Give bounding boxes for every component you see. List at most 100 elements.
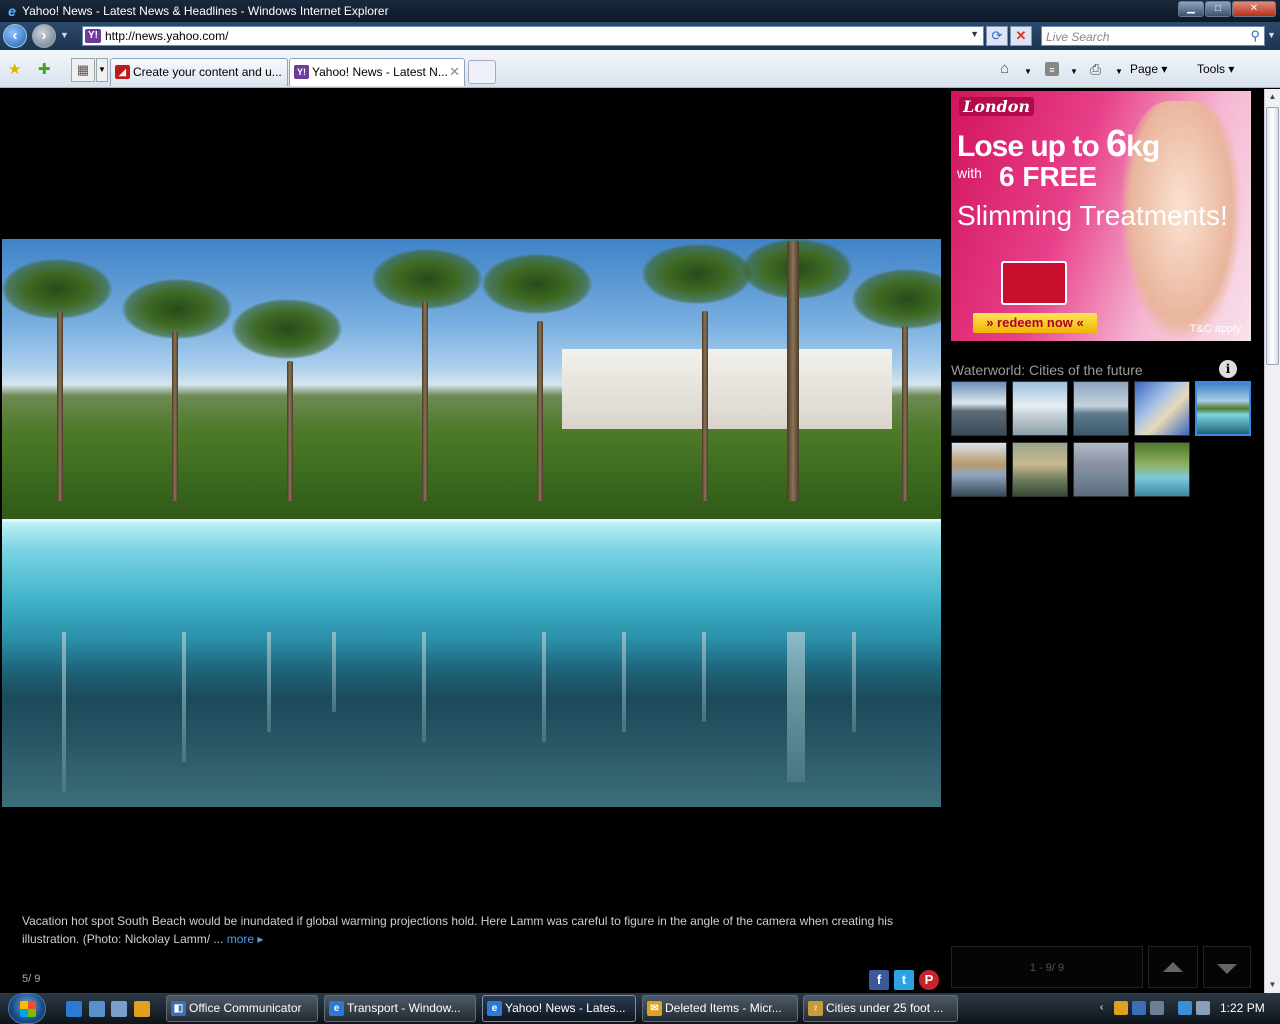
- maximize-button[interactable]: □: [1205, 1, 1231, 17]
- scroll-down-arrow-icon[interactable]: ▼: [1265, 977, 1280, 993]
- submerged-trunk: [267, 632, 271, 732]
- gallery-thumbnail[interactable]: [1195, 381, 1251, 436]
- outlook-quicklaunch-icon[interactable]: [134, 1001, 150, 1017]
- gallery-thumbnail[interactable]: [1012, 442, 1068, 497]
- address-bar[interactable]: Y! http://news.yahoo.com/ ▼: [82, 26, 984, 46]
- gallery-thumbnail[interactable]: [951, 381, 1007, 436]
- tray-expand-icon[interactable]: ‹: [1100, 1002, 1108, 1016]
- add-favorites-icon[interactable]: ✚: [38, 62, 51, 78]
- gallery-range: 1 - 9/ 9: [951, 946, 1143, 988]
- home-dropdown-icon[interactable]: ▼: [1024, 64, 1032, 80]
- facebook-share-icon[interactable]: f: [869, 970, 889, 990]
- scroll-thumb[interactable]: [1266, 107, 1279, 365]
- info-icon[interactable]: i: [1219, 360, 1237, 378]
- communicator-tray-icon[interactable]: [1132, 1001, 1146, 1015]
- palm-trunk: [422, 301, 428, 501]
- clock[interactable]: 1:22 PM: [1220, 1001, 1265, 1015]
- ad-headline: Lose up to 6kg: [957, 123, 1160, 165]
- feeds-dropdown-icon[interactable]: ▼: [1070, 64, 1078, 80]
- submerged-trunk: [422, 632, 426, 742]
- gallery-thumbnail[interactable]: [1012, 381, 1068, 436]
- close-tab-icon[interactable]: ✕: [449, 59, 460, 85]
- start-button[interactable]: [8, 993, 46, 1024]
- twitter-share-icon[interactable]: t: [894, 970, 914, 990]
- tab-toolbar: ★ ✚ ▦ ▼ ◢ Create your content and u... Y…: [0, 50, 1280, 88]
- recent-pages-dropdown[interactable]: ▼: [60, 30, 70, 40]
- tab-label: Yahoo! News - Latest N...: [312, 65, 448, 79]
- show-desktop-icon[interactable]: [89, 1001, 105, 1017]
- ie-icon: e: [329, 1001, 344, 1016]
- ad-redeem-button[interactable]: » redeem now «: [973, 313, 1097, 333]
- network-tray-icon[interactable]: [1178, 1001, 1192, 1015]
- tab-yahoo-news[interactable]: Y! Yahoo! News - Latest N... ✕: [289, 58, 465, 86]
- feeds-icon[interactable]: ≡: [1045, 62, 1059, 76]
- submerged-trunk: [787, 632, 805, 782]
- gallery-thumbnail[interactable]: [1134, 442, 1190, 497]
- ie-quicklaunch-icon[interactable]: [66, 1001, 82, 1017]
- document-icon: ♀: [808, 1001, 823, 1016]
- photo-caption: Vacation hot spot South Beach would be i…: [22, 912, 922, 948]
- taskbar-item-deleted-items[interactable]: ✉ Deleted Items - Micr...: [642, 995, 798, 1022]
- taskbar-item-yahoo-news[interactable]: e Yahoo! News - Lates...: [482, 995, 636, 1022]
- slideshow-image[interactable]: [2, 239, 941, 807]
- sync-tray-icon[interactable]: [1150, 1001, 1164, 1015]
- gallery-up-arrow-icon[interactable]: [1148, 946, 1198, 988]
- communicator-icon: ◧: [171, 1001, 186, 1016]
- search-input[interactable]: Live Search ⚲: [1041, 26, 1265, 46]
- caption-text: Vacation hot spot South Beach would be i…: [22, 914, 893, 946]
- favorites-star-icon[interactable]: ★: [8, 62, 21, 78]
- gallery-thumbnail[interactable]: [1073, 442, 1129, 497]
- palm-crown: [122, 279, 232, 339]
- url-text[interactable]: http://news.yahoo.com/: [105, 29, 228, 44]
- pinterest-share-icon[interactable]: P: [919, 970, 939, 990]
- ie-icon: e: [487, 1001, 502, 1016]
- search-icon[interactable]: ⚲: [1250, 28, 1260, 44]
- tools-menu-button[interactable]: Tools ▾: [1197, 61, 1234, 77]
- taskbar-item-communicator[interactable]: ◧ Office Communicator: [166, 995, 318, 1022]
- taskbar-item-cities[interactable]: ♀ Cities under 25 foot ...: [803, 995, 958, 1022]
- palm-trunk: [287, 361, 293, 501]
- close-window-button[interactable]: ✕: [1232, 1, 1276, 17]
- yahoo-favicon-icon: Y!: [294, 65, 309, 79]
- submerged-trunk: [182, 632, 186, 762]
- back-button[interactable]: ‹: [3, 24, 27, 48]
- volume-tray-icon[interactable]: [1196, 1001, 1210, 1015]
- ad-brand-logo: London: [959, 97, 1035, 116]
- slide-counter: 5/ 9: [22, 973, 41, 985]
- gallery-down-arrow-icon[interactable]: [1203, 946, 1251, 988]
- page-menu-button[interactable]: Page ▾: [1130, 61, 1167, 77]
- outlook-icon: ✉: [647, 1001, 662, 1016]
- advertisement-banner[interactable]: London Lose up to 6kg with 6 FREE Slimmi…: [951, 91, 1251, 341]
- home-icon[interactable]: ⌂: [1000, 61, 1009, 77]
- refresh-button[interactable]: ⟳: [986, 26, 1008, 46]
- gallery-thumbnail[interactable]: [951, 442, 1007, 497]
- tab-create-content[interactable]: ◢ Create your content and u...: [110, 58, 288, 86]
- address-dropdown-icon[interactable]: ▼: [970, 29, 979, 39]
- quick-tabs-button[interactable]: ▦: [71, 58, 95, 82]
- taskbar-item-transport[interactable]: e Transport - Window...: [324, 995, 476, 1022]
- print-dropdown-icon[interactable]: ▼: [1115, 64, 1123, 80]
- minimize-button[interactable]: ▁: [1178, 1, 1204, 17]
- palm-trunk: [702, 311, 708, 501]
- underwater-illustration: [2, 522, 941, 807]
- ad-free-text: 6 FREE: [999, 161, 1098, 192]
- taskbar-label: Office Communicator: [189, 1001, 302, 1015]
- scroll-up-arrow-icon[interactable]: ▲: [1265, 89, 1280, 105]
- submerged-trunk: [62, 632, 66, 792]
- switch-windows-icon[interactable]: [111, 1001, 127, 1017]
- more-link[interactable]: more ▸: [227, 932, 264, 946]
- print-icon[interactable]: ⎙: [1090, 61, 1101, 77]
- hotel-building: [562, 349, 892, 429]
- gallery-thumbnail[interactable]: [1134, 381, 1190, 436]
- forward-button[interactable]: ›: [32, 24, 56, 48]
- page-content: Vacation hot spot South Beach would be i…: [0, 89, 1264, 993]
- outlook-tray-icon[interactable]: [1114, 1001, 1128, 1015]
- palm-crown: [372, 249, 482, 309]
- tab-list-dropdown[interactable]: ▼: [96, 58, 108, 82]
- palm-crown: [482, 254, 592, 314]
- gallery-thumbnail[interactable]: [1073, 381, 1129, 436]
- vertical-scrollbar[interactable]: ▲ ▼: [1264, 89, 1280, 993]
- new-tab-button[interactable]: [468, 60, 496, 84]
- stop-button[interactable]: ✕: [1010, 26, 1032, 46]
- search-options-dropdown[interactable]: ▼: [1267, 30, 1276, 40]
